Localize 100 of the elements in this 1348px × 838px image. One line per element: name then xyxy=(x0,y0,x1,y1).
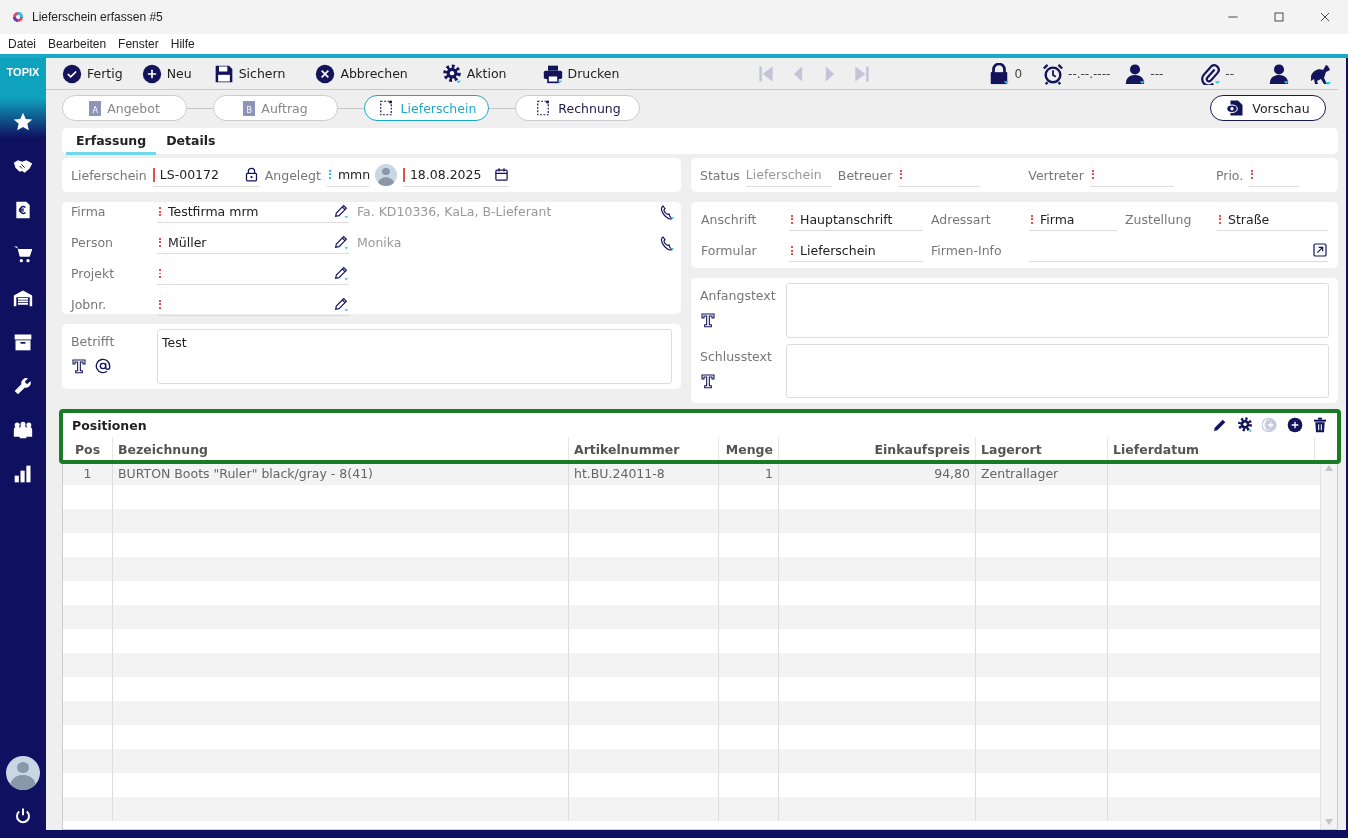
field-label: Lieferschein xyxy=(71,167,147,183)
app-logo: TOPIX xyxy=(6,66,40,78)
pencil-icon[interactable] xyxy=(333,203,349,219)
person-icon[interactable] xyxy=(1268,62,1290,85)
field-label: Person xyxy=(71,235,114,250)
column-header[interactable]: Menge xyxy=(718,437,778,461)
indicator-value: -- xyxy=(1225,66,1234,81)
field-label: Betreuer xyxy=(837,167,893,183)
document-icon: B xyxy=(243,100,256,116)
save-icon xyxy=(213,63,234,84)
phone-icon[interactable] xyxy=(659,203,675,220)
column-header[interactable]: Einkaufspreis xyxy=(778,437,975,461)
app-logo-icon xyxy=(12,11,24,23)
scrollbar[interactable] xyxy=(1320,461,1337,829)
user-avatar[interactable] xyxy=(6,756,40,790)
document-icon: A xyxy=(89,100,102,116)
table-cell: 94,80 xyxy=(778,461,975,485)
invoice-icon[interactable] xyxy=(13,200,33,220)
menu-item[interactable]: Hilfe xyxy=(170,37,195,51)
field-label: Firma xyxy=(71,204,107,219)
field-label: Anfangstext xyxy=(700,288,777,303)
check-icon xyxy=(62,63,82,84)
text-format-icon[interactable] xyxy=(700,312,716,328)
star-icon[interactable] xyxy=(13,112,33,132)
field-label: Betrifft xyxy=(71,334,116,349)
indicator-value: --.--.---- xyxy=(1068,66,1111,81)
pencil-icon[interactable] xyxy=(333,234,349,250)
table-cell: ht.BU.24011-8 xyxy=(568,461,718,485)
input-field[interactable]: mmn xyxy=(326,163,369,187)
stage-tab[interactable]: Rechnung xyxy=(515,95,640,121)
input-field[interactable]: Firma xyxy=(1029,208,1117,231)
menu-item[interactable]: Fenster xyxy=(118,37,159,51)
column-header[interactable]: Bezeichnung xyxy=(112,437,568,461)
at-sign-icon[interactable] xyxy=(95,358,111,374)
indicator-value: 0 xyxy=(1014,66,1023,81)
lock-icon[interactable] xyxy=(988,62,1011,85)
phone-icon[interactable] xyxy=(659,234,675,251)
printer-icon xyxy=(542,63,563,84)
column-header[interactable]: Lagerort xyxy=(975,437,1107,461)
print-button[interactable]: Drucken xyxy=(542,63,639,84)
field-label: Formular xyxy=(701,243,758,258)
column-header[interactable]: Lieferdatum xyxy=(1107,437,1314,461)
field-label: Schlusstext xyxy=(700,348,773,364)
field-label: Status xyxy=(700,167,740,183)
edit-icon[interactable] xyxy=(1212,417,1228,433)
info-text: Monika xyxy=(357,235,403,250)
people-icon[interactable] xyxy=(13,420,33,440)
alarm-clock-icon[interactable] xyxy=(1042,62,1065,85)
paperclip-icon[interactable] xyxy=(1199,62,1222,85)
menu-item[interactable]: Datei xyxy=(8,37,36,51)
field-label: Projekt xyxy=(71,266,116,281)
text-format-icon[interactable] xyxy=(71,358,87,374)
table-cell: BURTON Boots "Ruler" black/gray - 8(41) xyxy=(112,461,568,485)
table-cell: 1 xyxy=(718,461,778,485)
archive-box-icon[interactable] xyxy=(13,332,33,352)
settings-icon[interactable] xyxy=(1237,417,1253,433)
preview-icon xyxy=(1226,99,1245,117)
input-field[interactable]: Müller xyxy=(157,231,349,254)
input-field[interactable]: Testfirma mrm xyxy=(157,200,349,223)
new-button[interactable]: Neu xyxy=(141,63,214,84)
column-header[interactable]: Pos xyxy=(63,437,112,461)
pencil-icon[interactable] xyxy=(333,296,349,312)
column-header[interactable]: Artikelnummer xyxy=(568,437,718,461)
save-button[interactable]: Sichern xyxy=(213,63,316,84)
field-label: Vertreter xyxy=(1028,167,1084,183)
table-cell: Zentrallager xyxy=(975,461,1107,485)
text-area[interactable]: Test xyxy=(157,329,672,384)
open-external-icon[interactable] xyxy=(1312,242,1328,258)
settings-icon xyxy=(441,63,462,84)
text-format-icon[interactable] xyxy=(700,372,716,389)
plus-icon xyxy=(141,63,162,84)
indicator-value: --- xyxy=(1150,66,1164,81)
input-field[interactable]: Lieferschein xyxy=(789,239,923,262)
wrench-icon[interactable] xyxy=(13,376,33,396)
warehouse-icon[interactable] xyxy=(13,288,33,308)
preview-button[interactable]: Vorschau xyxy=(1210,95,1326,121)
calendar-icon[interactable] xyxy=(493,167,509,182)
cart-icon[interactable] xyxy=(13,244,33,264)
person-icon[interactable] xyxy=(1124,62,1147,85)
pencil-icon[interactable] xyxy=(333,265,349,281)
menu-item[interactable]: Bearbeiten xyxy=(48,37,107,51)
power-icon[interactable] xyxy=(14,807,32,825)
bar-chart-icon[interactable] xyxy=(13,464,33,484)
action-button[interactable]: Aktion xyxy=(441,63,543,84)
field-label: Anschrift xyxy=(701,212,758,227)
table-cell-text: 1 xyxy=(82,464,93,483)
input-field[interactable]: Hauptanschrift xyxy=(789,208,923,231)
section-title: Positionen xyxy=(72,417,147,433)
window-title: Lieferschein erfassen #5 xyxy=(32,10,164,24)
add-icon[interactable] xyxy=(1287,417,1303,433)
user-avatar xyxy=(374,164,397,186)
done-button[interactable]: Fertig xyxy=(62,63,142,84)
tab[interactable]: Erfassung xyxy=(66,128,157,155)
cancel-button[interactable]: Abbrechen xyxy=(315,63,442,84)
input-field[interactable]: LS-00172 xyxy=(152,163,259,187)
input-field[interactable]: 18.08.2025 xyxy=(402,163,509,187)
delete-icon[interactable] xyxy=(1312,417,1328,433)
field-label: Adressart xyxy=(931,212,992,227)
input-field[interactable]: Straße xyxy=(1217,208,1328,231)
tab[interactable]: Details xyxy=(156,128,226,155)
